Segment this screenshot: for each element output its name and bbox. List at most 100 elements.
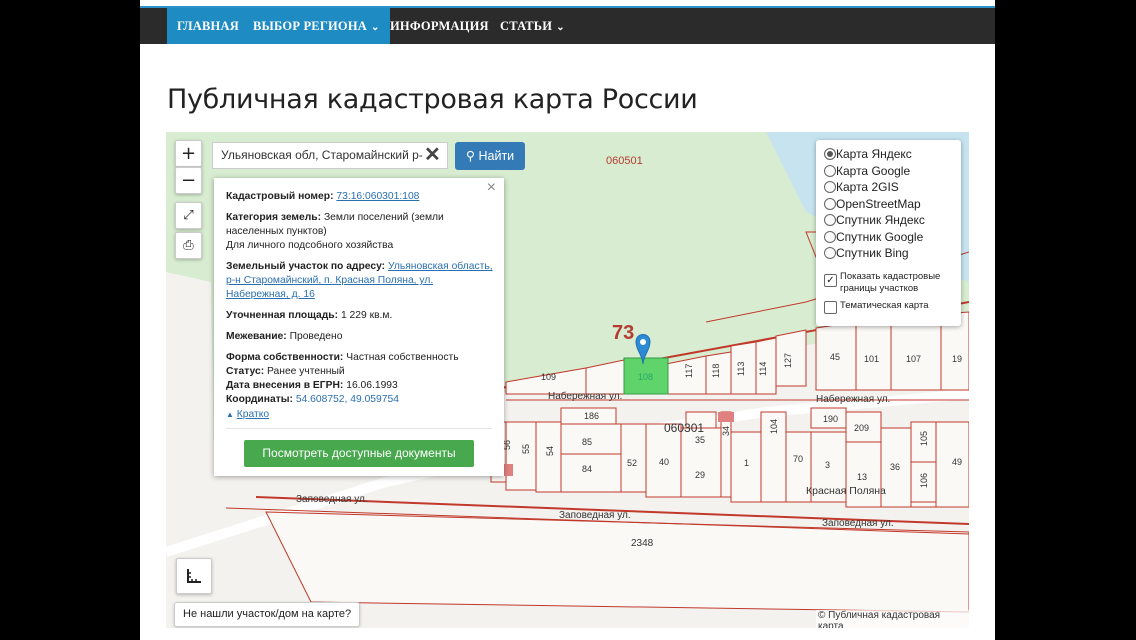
search-button-label: Найти: [478, 149, 515, 163]
layer-option-openstreetmap[interactable]: OpenStreetMap: [824, 196, 921, 212]
layer-label: Спутник Яндекс: [836, 213, 925, 227]
street-label-zapovednaya-2: Заповедная ул.: [559, 510, 631, 521]
category-value: Земли поселений (земли: [323, 212, 444, 223]
parcel-34: [720, 411, 732, 498]
ruler-icon-graphic: [187, 569, 201, 583]
nav-home-label: ГЛАВНАЯ: [177, 19, 239, 33]
radio-selected-icon[interactable]: [824, 148, 836, 160]
parcel-label-209: 209: [854, 423, 869, 433]
search-icon: ⚲: [465, 149, 475, 163]
quarter-label-mid: 060301: [664, 421, 704, 435]
status-label: Статус:: [226, 366, 265, 377]
zoom-in-button[interactable]: +: [175, 140, 202, 167]
street-label-zapovednaya-1: Заповедная ул.: [296, 494, 368, 505]
nav-information-label: ИНФОРМАЦИЯ: [390, 19, 489, 33]
status-value: Ранее учтенный: [267, 366, 345, 377]
coordinates-link[interactable]: 54.608752, 49.059754: [296, 394, 399, 405]
marker-dot: [640, 339, 646, 345]
layer-option-google-satellite[interactable]: Спутник Google: [824, 229, 923, 245]
parcel-label-2348: 2348: [631, 538, 654, 549]
parcel-info-card: × Кадастровый номер: 73:16:060301:108 Ка…: [214, 178, 504, 476]
small-building-2: [718, 412, 734, 422]
parcel-label-105: 105: [919, 431, 929, 446]
nav-information[interactable]: ИНФОРМАЦИЯ: [380, 8, 499, 44]
not-found-button[interactable]: Не нашли участок/дом на карте?: [174, 602, 361, 627]
parcel-label-35: 35: [695, 435, 705, 445]
parcel-label-114: 114: [758, 362, 768, 376]
parcel-label-36: 36: [890, 462, 900, 472]
parcel-label-52: 52: [627, 458, 637, 468]
layer-option-google-map[interactable]: Карта Google: [824, 163, 910, 179]
address-label: Земельный участок по адресу:: [226, 261, 386, 272]
land-category-row: Категория земель: Земли поселений (земли…: [226, 211, 496, 253]
survey-label: Межевание:: [226, 331, 287, 342]
parcel-label-54: 54: [545, 446, 555, 456]
collapse-link[interactable]: Кратко: [237, 409, 269, 420]
radio-icon[interactable]: [824, 198, 836, 210]
triangle-up-icon: ▲: [226, 410, 234, 419]
thematic-map-label: Тематическая карта: [840, 300, 929, 311]
parcel-label-70: 70: [793, 454, 803, 464]
cadastral-label: Кадастровый номер:: [226, 191, 334, 202]
radio-icon[interactable]: [824, 247, 836, 259]
layer-option-2gis-map[interactable]: Карта 2GIS: [824, 179, 899, 195]
nav-articles[interactable]: СТАТЬИ ⌄: [490, 8, 575, 44]
ownership-value: Частная собственность: [346, 352, 459, 363]
layer-label: Спутник Bing: [836, 246, 909, 260]
layer-option-bing-satellite[interactable]: Спутник Bing: [824, 245, 909, 261]
parcel-label-55: 55: [521, 444, 531, 454]
layer-option-yandex-satellite[interactable]: Спутник Яндекс: [824, 212, 925, 228]
egrn-date-row: Дата внесения в ЕГРН: 16.06.1993: [226, 379, 496, 393]
print-icon[interactable]: ⎙: [175, 232, 202, 259]
address-link-2[interactable]: р-н Старомайнский, п. Красная Поляна, ул…: [226, 275, 433, 286]
layer-switcher: Карта Яндекс Карта Google Карта 2GIS Ope…: [816, 140, 961, 326]
nav-region-select[interactable]: ВЫБОР РЕГИОНА ⌄: [243, 8, 390, 44]
radio-icon[interactable]: [824, 181, 836, 193]
radio-icon[interactable]: [824, 165, 836, 177]
cadastral-map[interactable]: 060501 73 060301 Набережная ул. Набережн…: [166, 132, 969, 628]
survey-value: Проведено: [289, 331, 343, 342]
page: ГЛАВНАЯ ВЫБОР РЕГИОНА ⌄ ИНФОРМАЦИЯ СТАТЬИ…: [140, 0, 995, 640]
layer-label: Спутник Google: [836, 230, 924, 244]
egrn-value: 16.06.1993: [346, 380, 398, 391]
parcel-label-45: 45: [830, 352, 840, 362]
layer-option-yandex-map[interactable]: Карта Яндекс: [824, 146, 912, 162]
checkbox-icon[interactable]: [824, 301, 837, 314]
parcel-label-29: 29: [695, 470, 705, 480]
address-link-1[interactable]: Ульяновская область,: [388, 261, 493, 272]
layer-label: OpenStreetMap: [836, 197, 921, 211]
parcel-label-106: 106: [919, 473, 929, 488]
ownership-label: Форма собственности:: [226, 352, 344, 363]
category-value-2: населенных пунктов): [226, 226, 327, 237]
search-input[interactable]: Ульяновская обл, Старомайнский р-: [212, 142, 448, 169]
parcel-55: [505, 421, 537, 491]
parcel-label-84: 84: [582, 464, 592, 474]
ruler-icon[interactable]: [176, 558, 212, 594]
clearing-area: [166, 272, 214, 492]
address-row: Земельный участок по адресу: Ульяновская…: [226, 260, 496, 302]
area-row: Уточненная площадь: 1 229 кв.м.: [226, 309, 496, 323]
zoom-out-button[interactable]: −: [175, 167, 202, 194]
parcel-label-190: 190: [823, 414, 838, 424]
radio-icon[interactable]: [824, 231, 836, 243]
survey-row: Межевание: Проведено: [226, 330, 496, 344]
area-value: 1 229 кв.м.: [340, 310, 393, 321]
cadastral-number-link[interactable]: 73:16:060301:108: [336, 191, 419, 202]
nav-articles-label: СТАТЬИ: [500, 19, 553, 33]
fullscreen-icon[interactable]: ⤢: [175, 202, 202, 229]
parcel-label-13: 13: [857, 472, 867, 482]
search-button[interactable]: ⚲ Найти: [455, 142, 525, 170]
chevron-down-icon: ⌄: [371, 22, 380, 33]
checkbox-checked-icon[interactable]: ✓: [824, 274, 837, 287]
view-documents-button[interactable]: Посмотреть доступные документы: [244, 440, 474, 467]
address-link-3[interactable]: Набережная, д. 16: [226, 289, 315, 300]
street-label-naberezhnaya-2: Набережная ул.: [816, 393, 890, 405]
nav-home[interactable]: ГЛАВНАЯ: [167, 8, 249, 44]
parcel-label-49: 49: [952, 457, 962, 467]
parcel-label-101: 101: [864, 354, 879, 364]
close-icon[interactable]: ✕: [424, 143, 441, 167]
radio-icon[interactable]: [824, 214, 836, 226]
layer-label: Карта Google: [836, 164, 911, 178]
region-number-label: 73: [612, 322, 634, 344]
quarter-label-top: 060501: [606, 155, 643, 167]
